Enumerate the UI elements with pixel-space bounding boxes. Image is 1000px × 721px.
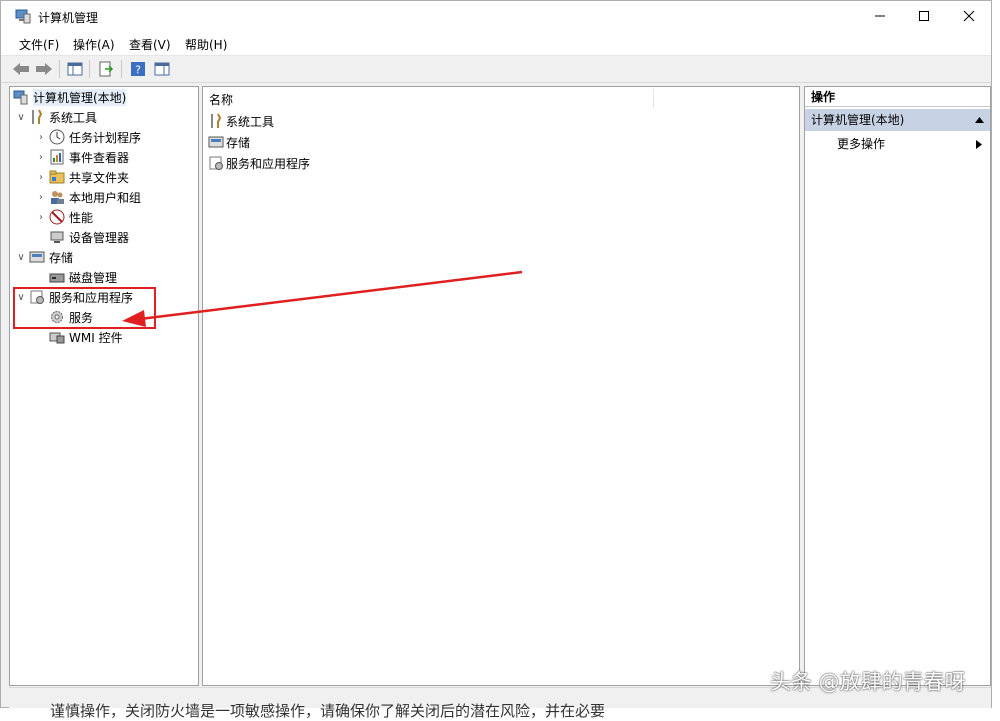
action-pane-icon (154, 62, 170, 76)
list-item-label: 系统工具 (226, 114, 275, 129)
tree-label: WMI 控件 (69, 330, 123, 345)
chevron-right-icon[interactable]: › (34, 147, 48, 167)
tools-icon (208, 113, 224, 129)
export-icon (99, 61, 114, 77)
list-item-storage[interactable]: 存储 (208, 132, 250, 152)
tree-label: 事件查看器 (69, 150, 130, 165)
forward-button[interactable] (34, 59, 54, 79)
console-tree-icon (67, 62, 83, 76)
forward-arrow-icon (36, 63, 52, 75)
minimize-button[interactable] (857, 1, 903, 31)
tree-label: 计算机管理(本地) (33, 88, 127, 106)
tree-item-performance[interactable]: › 性能 (34, 207, 93, 227)
shared-folder-icon (48, 169, 66, 185)
collapse-up-icon[interactable] (975, 117, 984, 123)
chevron-right-icon[interactable]: › (34, 187, 48, 207)
chevron-down-icon[interactable]: ∨ (14, 247, 28, 267)
actions-section-computer-management[interactable]: 计算机管理(本地) (805, 109, 990, 131)
column-divider[interactable] (653, 89, 654, 109)
back-button[interactable] (11, 59, 31, 79)
list-item-services-and-applications[interactable]: 服务和应用程序 (208, 153, 310, 173)
back-arrow-icon (13, 63, 29, 75)
export-list-button[interactable] (96, 59, 116, 79)
tree-item-disk-management[interactable]: 磁盘管理 (48, 267, 117, 287)
disk-icon (48, 269, 66, 285)
more-actions-item[interactable]: 更多操作 (805, 133, 990, 155)
event-viewer-icon (48, 149, 66, 165)
actions-section-label: 计算机管理(本地) (811, 113, 905, 127)
watermark: 头条 @放肆的青春呀 (770, 670, 966, 694)
tree-item-storage[interactable]: ∨ 存储 (14, 247, 73, 267)
maximize-button[interactable] (901, 1, 947, 31)
background-article-text: 谨慎操作，关闭防火墙是一项敏感操作，请确保你了解关闭后的潜在风险，并在必要 (50, 702, 606, 720)
users-icon (48, 189, 66, 205)
tree-item-wmi-control[interactable]: WMI 控件 (48, 327, 123, 347)
computer-management-window: 计算机管理 文件(F) 操作(A) 查看(V) 帮助(H) ? 计算机管理(本地… (0, 0, 992, 708)
menu-view[interactable]: 查看(V) (129, 36, 171, 53)
tree-label: 性能 (69, 210, 94, 225)
menu-bar: 文件(F) 操作(A) 查看(V) 帮助(H) (1, 31, 991, 56)
menu-file[interactable]: 文件(F) (19, 36, 59, 53)
services-apps-icon (208, 155, 224, 171)
tree-item-local-users[interactable]: › 本地用户和组 (34, 187, 141, 207)
toolbar-separator (89, 60, 90, 78)
tree-label: 磁盘管理 (69, 270, 118, 285)
tree-label: 设备管理器 (69, 230, 130, 245)
device-manager-icon (48, 229, 66, 245)
list-item-system-tools[interactable]: 系统工具 (208, 111, 274, 131)
column-header: 名称 (203, 87, 799, 110)
actions-pane: 操作 计算机管理(本地) 更多操作 (804, 86, 991, 686)
maximize-icon (919, 11, 929, 21)
computer-management-icon (12, 89, 30, 105)
wmi-icon (48, 329, 66, 345)
more-actions-label: 更多操作 (837, 137, 886, 151)
tree-label: 本地用户和组 (69, 190, 142, 205)
list-pane: 名称 系统工具 存储 服务和应用程序 (202, 86, 800, 686)
show-action-pane-button[interactable] (152, 59, 172, 79)
console-tree-pane: 计算机管理(本地) ∨ 系统工具 › 任务计划程序 › 事件查看器 › 共享文件… (9, 86, 199, 686)
chevron-right-icon[interactable]: › (34, 207, 48, 227)
tree-item-event-viewer[interactable]: › 事件查看器 (34, 147, 129, 167)
menu-help[interactable]: 帮助(H) (185, 36, 227, 53)
toolbar-separator (121, 60, 122, 78)
show-hide-tree-button[interactable] (65, 59, 85, 79)
storage-icon (28, 249, 46, 265)
toolbar-separator (59, 60, 60, 78)
window-title: 计算机管理 (38, 11, 99, 25)
svg-text:?: ? (135, 64, 141, 77)
help-icon: ? (131, 62, 145, 77)
minimize-icon (875, 15, 885, 17)
close-icon (963, 10, 975, 22)
tree-item-shared-folders[interactable]: › 共享文件夹 (34, 167, 129, 187)
tree-label: 存储 (49, 250, 74, 265)
toolbar: ? (1, 56, 991, 83)
column-name-header[interactable]: 名称 (209, 91, 233, 108)
help-button[interactable]: ? (128, 59, 148, 79)
storage-icon (208, 134, 224, 150)
tree-label: 任务计划程序 (69, 130, 142, 145)
chevron-right-icon[interactable]: › (34, 127, 48, 147)
background-edge (992, 0, 1000, 715)
tree-label: 共享文件夹 (69, 170, 130, 185)
chevron-right-icon[interactable]: › (34, 167, 48, 187)
highlight-box (13, 287, 156, 329)
performance-icon (48, 209, 66, 225)
menu-action[interactable]: 操作(A) (73, 36, 115, 53)
tree-item-task-scheduler[interactable]: › 任务计划程序 (34, 127, 141, 147)
tree-label: 系统工具 (49, 110, 98, 125)
list-item-label: 服务和应用程序 (226, 156, 311, 171)
tools-icon (28, 109, 46, 125)
tree-item-device-manager[interactable]: 设备管理器 (48, 227, 129, 247)
title-bar: 计算机管理 (1, 1, 991, 31)
chevron-down-icon[interactable]: ∨ (14, 107, 28, 127)
submenu-arrow-icon (976, 140, 982, 149)
tree-item-computer-management[interactable]: 计算机管理(本地) (12, 87, 127, 107)
actions-header: 操作 (805, 87, 990, 107)
computer-management-icon (15, 9, 31, 24)
tree-item-system-tools[interactable]: ∨ 系统工具 (14, 107, 97, 127)
list-item-label: 存储 (226, 135, 251, 150)
clock-icon (48, 129, 66, 145)
close-button[interactable] (946, 1, 992, 31)
